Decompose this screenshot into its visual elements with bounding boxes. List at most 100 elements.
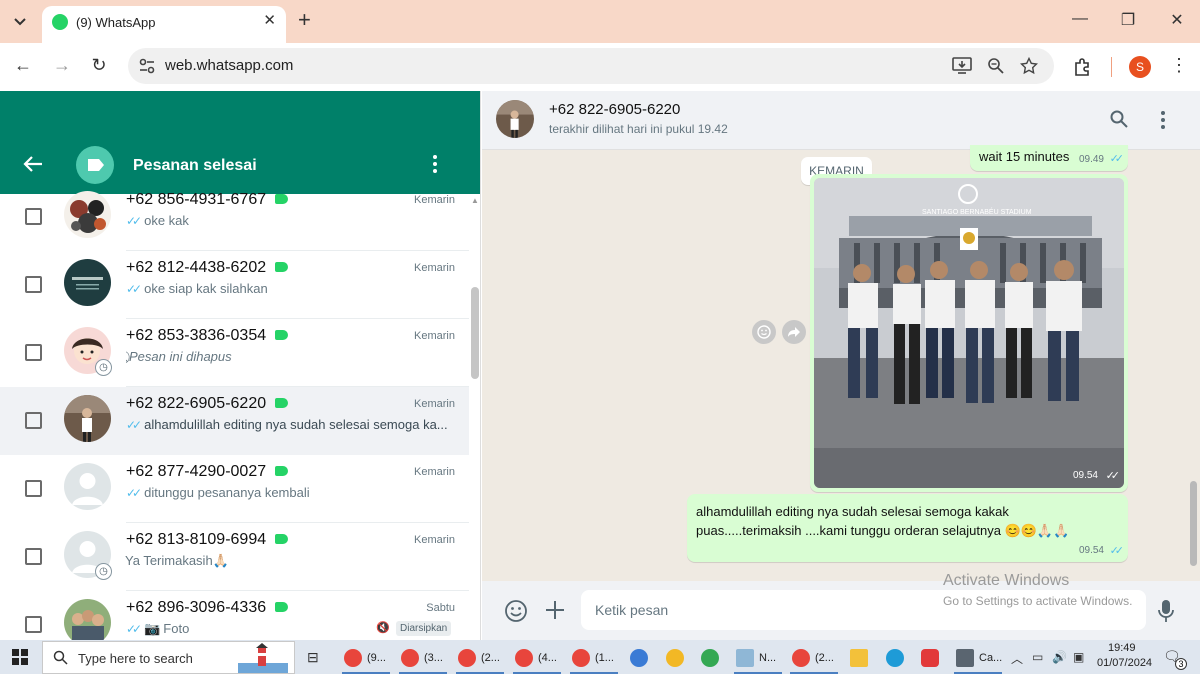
- outgoing-message[interactable]: wait 15 minutes 09.49 ✓✓: [970, 145, 1128, 171]
- chat-row[interactable]: +62 856-4931-6767 Kemarin ✓✓ oke kak: [0, 183, 469, 251]
- chat-row[interactable]: +62 877-4290-0027 Kemarin ✓✓ ditunggu pes…: [0, 455, 469, 523]
- zoom-icon[interactable]: [987, 57, 1005, 75]
- chrome-icon: [401, 649, 419, 667]
- window-close-icon[interactable]: ✕: [1165, 10, 1189, 30]
- conversation-panel: +62 822-6905-6220 terakhir dilihat hari …: [482, 91, 1200, 640]
- chat-list-scrollbar[interactable]: [471, 287, 479, 379]
- forward-icon[interactable]: →: [50, 55, 74, 76]
- chat-row[interactable]: ◷ +62 853-3836-0354 Kemarin ⃠Pesan ini d…: [0, 319, 469, 387]
- double-check-icon: ✓✓: [126, 622, 142, 636]
- minimize-icon[interactable]: —: [1068, 10, 1092, 28]
- tab-search-button[interactable]: [6, 8, 34, 36]
- browser-menu-icon[interactable]: ⋮: [1170, 55, 1188, 76]
- menu-icon[interactable]: [1160, 110, 1166, 130]
- contact-name: +62 822-6905-6220: [126, 395, 267, 412]
- select-checkbox[interactable]: [25, 616, 42, 633]
- label-tag-icon: [275, 466, 288, 476]
- search-icon[interactable]: [1110, 110, 1128, 128]
- plus-icon[interactable]: [544, 599, 566, 621]
- stadium-sign: SANTIAGO BERNABÉU STADIUM: [922, 207, 1032, 216]
- contact-name: +62 822-6905-6220: [549, 101, 681, 118]
- url-text: web.whatsapp.com: [165, 57, 294, 74]
- chat-row[interactable]: +62 896-3096-4336 Sabtu ✓✓ 📷 Foto 🔇 Diarsi…: [0, 591, 469, 640]
- windows-start-icon[interactable]: [12, 649, 28, 665]
- clock-time[interactable]: 19:49: [1108, 642, 1136, 654]
- chat-row-selected[interactable]: +62 822-6905-6220 Kemarin ✓✓ alhamdulilla…: [0, 387, 469, 455]
- close-tab-icon[interactable]: ✕: [263, 11, 276, 29]
- stadium-photo[interactable]: SANTIAGO BERNABÉU STADIUM 09.54 ✓✓: [814, 178, 1124, 488]
- select-checkbox[interactable]: [25, 480, 42, 497]
- label-tag-icon: [275, 534, 288, 544]
- taskbar-chrome-app[interactable]: [626, 644, 654, 672]
- chat-time: Kemarin: [414, 534, 455, 546]
- forward-icon[interactable]: [782, 320, 806, 344]
- taskbar-chrome-window[interactable]: (2...: [788, 644, 840, 674]
- double-check-icon: ✓✓: [126, 418, 142, 432]
- reload-icon[interactable]: ↻: [87, 55, 111, 76]
- back-icon[interactable]: ←: [11, 55, 35, 76]
- taskbar-edge[interactable]: [882, 644, 910, 672]
- taskbar-chrome-app[interactable]: [662, 644, 690, 672]
- select-checkbox[interactable]: [25, 412, 42, 429]
- select-checkbox[interactable]: [25, 208, 42, 225]
- contact-avatar: [64, 599, 111, 640]
- label-tag-icon: [275, 194, 288, 204]
- browser-tab-whatsapp[interactable]: (9) WhatsApp ✕: [42, 6, 286, 43]
- taskbar-search[interactable]: Type here to search: [42, 641, 295, 674]
- conversation-header[interactable]: +62 822-6905-6220 terakhir dilihat hari …: [482, 91, 1200, 150]
- taskbar-chrome-window[interactable]: (9...: [340, 644, 392, 674]
- chrome-icon: [701, 649, 719, 667]
- contact-name: +62 877-4290-0027: [126, 463, 267, 480]
- contact-avatar[interactable]: [496, 100, 534, 138]
- back-arrow-icon[interactable]: [22, 153, 44, 175]
- address-bar[interactable]: web.whatsapp.com: [128, 48, 1054, 84]
- taskbar-chrome-window[interactable]: (1...: [568, 644, 620, 674]
- contact-name: +62 856-4931-6767: [126, 191, 267, 208]
- profile-avatar[interactable]: S: [1129, 56, 1151, 78]
- menu-icon[interactable]: [432, 154, 438, 179]
- scroll-up-arrow-icon[interactable]: ▲: [471, 196, 479, 205]
- clock-date[interactable]: 01/07/2024: [1097, 657, 1152, 669]
- taskbar-notepad-window[interactable]: N...: [732, 644, 784, 674]
- image-message[interactable]: SANTIAGO BERNABÉU STADIUM 09.54 ✓✓: [810, 174, 1128, 492]
- select-checkbox[interactable]: [25, 344, 42, 361]
- emoji-icon[interactable]: [504, 599, 528, 623]
- site-settings-icon[interactable]: [138, 57, 156, 75]
- conversation-scrollbar[interactable]: [1190, 481, 1197, 566]
- react-emoji-icon[interactable]: [752, 320, 776, 344]
- taskbar-calculator-window[interactable]: Ca...: [952, 644, 1004, 674]
- notepad-icon: [736, 649, 754, 667]
- select-checkbox[interactable]: [25, 276, 42, 293]
- taskbar-chrome-window[interactable]: (2...: [454, 644, 506, 674]
- volume-icon[interactable]: 🔊: [1052, 650, 1067, 664]
- message-time: 09.49: [1078, 154, 1104, 165]
- restore-icon[interactable]: ❐: [1116, 10, 1140, 30]
- label-avatar: [76, 146, 114, 184]
- label-tag-icon: [275, 398, 288, 408]
- select-checkbox[interactable]: [25, 548, 42, 565]
- new-tab-button[interactable]: +: [298, 9, 311, 31]
- edge-icon: [886, 649, 904, 667]
- microphone-icon[interactable]: [1158, 599, 1174, 623]
- taskbar-chrome-window[interactable]: (3...: [397, 644, 449, 674]
- outgoing-message[interactable]: alhamdulillah editing nya sudah selesai …: [687, 494, 1128, 562]
- chat-time: Sabtu: [426, 602, 455, 614]
- taskbar-explorer[interactable]: [846, 644, 874, 672]
- taskbar-wps[interactable]: [917, 644, 945, 672]
- battery-icon[interactable]: ▭: [1032, 650, 1043, 664]
- taskbar-chrome-window[interactable]: (4...: [511, 644, 563, 674]
- message-text: alhamdulillah editing nya sudah selesai …: [696, 504, 1070, 538]
- install-app-icon[interactable]: [952, 57, 972, 75]
- tray-expand-icon[interactable]: ︿: [1011, 650, 1023, 667]
- extensions-icon[interactable]: [1073, 57, 1093, 77]
- chat-row[interactable]: +62 812-4438-6202 Kemarin ✓✓ oke siap kak…: [0, 251, 469, 319]
- chat-row[interactable]: ◷ +62 813-8109-6994 Kemarin Ya Terimakas…: [0, 523, 469, 591]
- network-icon[interactable]: ▣: [1073, 650, 1084, 664]
- tab-title: (9) WhatsApp: [76, 15, 156, 30]
- bookmark-star-icon[interactable]: [1020, 57, 1038, 75]
- contact-name: +62 853-3836-0354: [126, 327, 267, 344]
- taskbar-chrome-app[interactable]: [697, 644, 725, 672]
- last-seen-status: terakhir dilihat hari ini pukul 19.42: [549, 122, 728, 136]
- label-tag-icon: [275, 602, 288, 612]
- task-view-icon[interactable]: ⊟: [307, 649, 319, 666]
